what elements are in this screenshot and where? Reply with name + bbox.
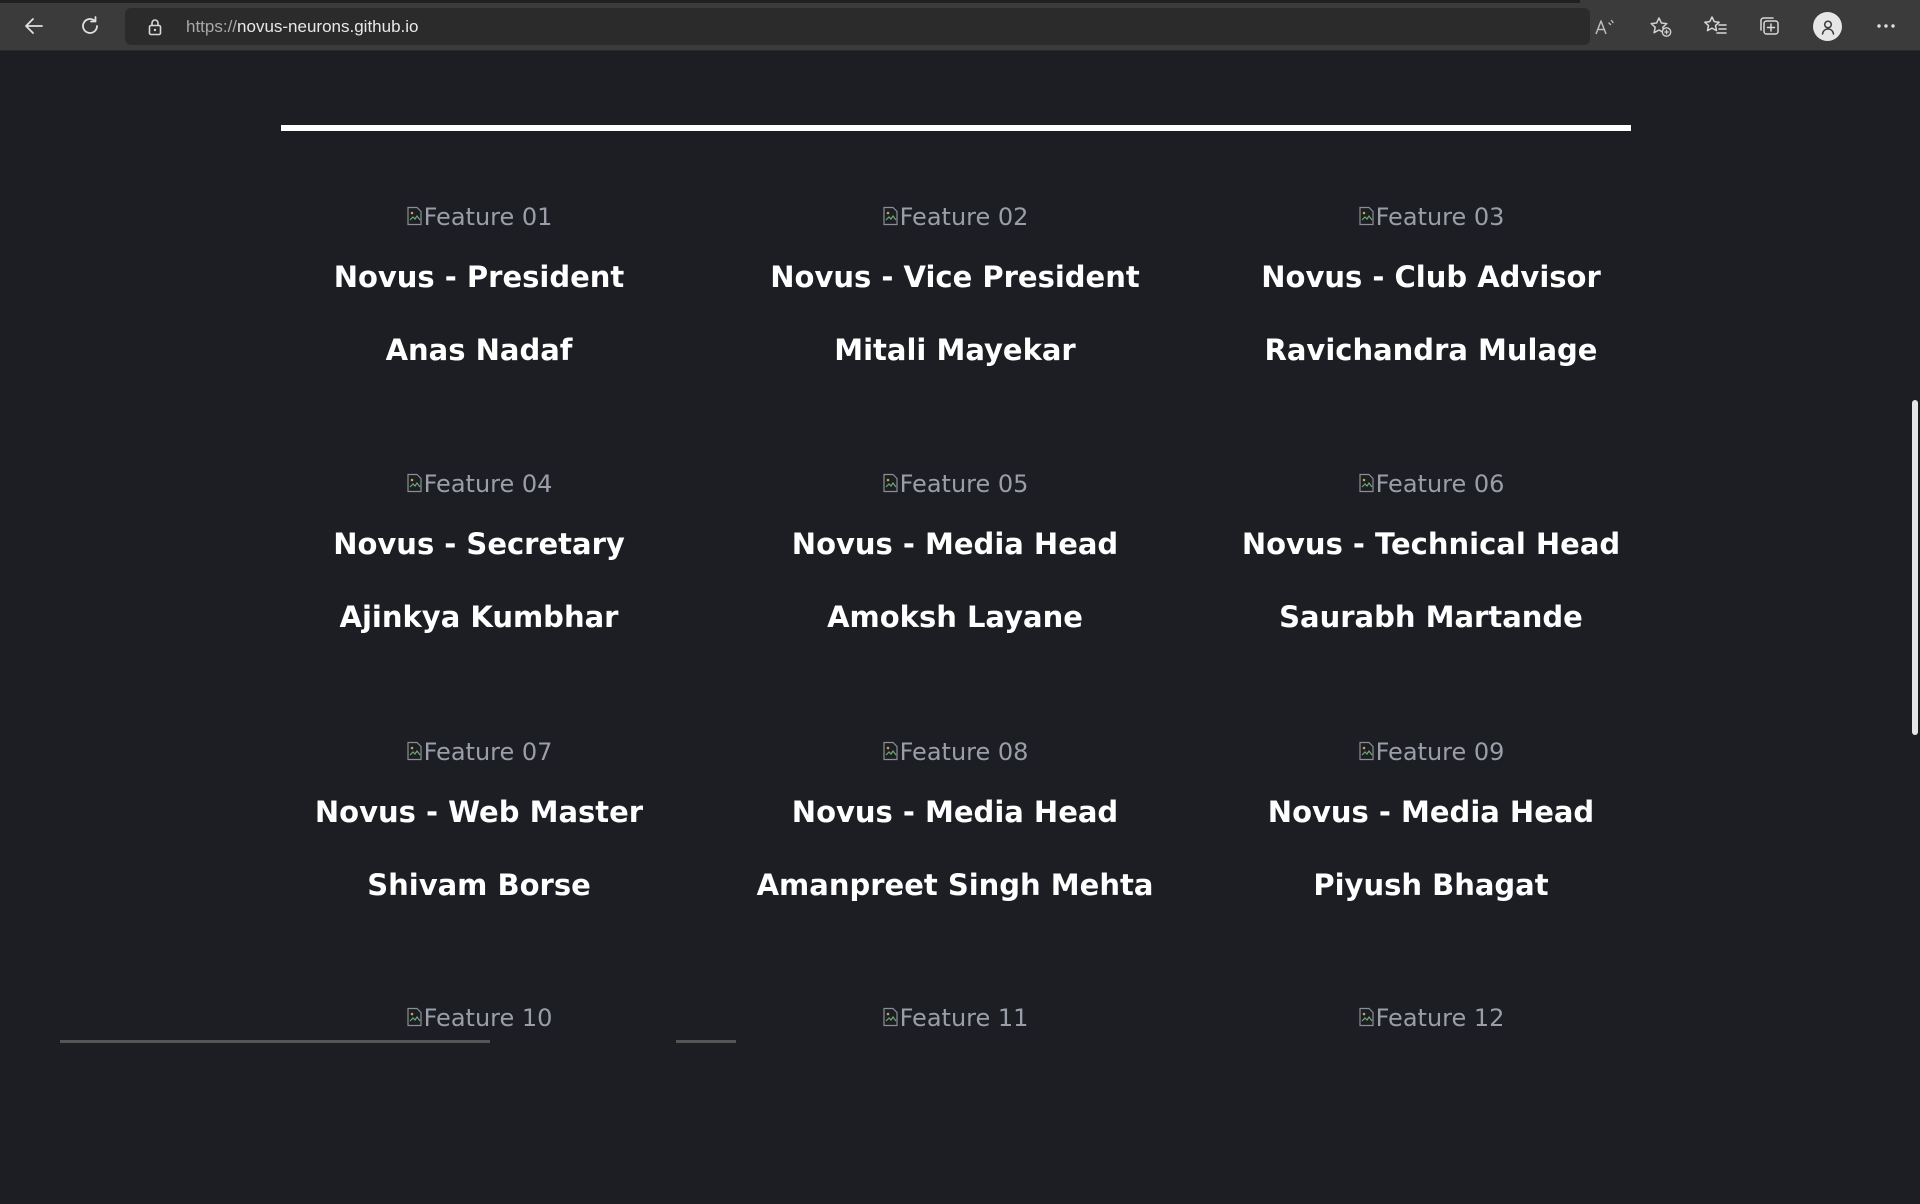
member-name: Saurabh Martande [1279, 600, 1583, 634]
member-photo: Feature 07 [406, 738, 553, 768]
broken-image-icon [882, 739, 900, 761]
url-text[interactable]: https://novus-neurons.github.io [186, 17, 419, 37]
back-icon [25, 18, 43, 34]
member-photo: Feature 08 [882, 738, 1029, 768]
photo-alt-text: Feature 04 [423, 470, 553, 498]
url-protocol: https:// [186, 17, 238, 36]
broken-image-icon [1358, 471, 1376, 493]
broken-image-icon [406, 471, 424, 493]
member-role: Novus - Secretary [333, 527, 625, 561]
add-favorite-icon[interactable] [1649, 15, 1673, 39]
member-name: Piyush Bhagat [1313, 868, 1549, 902]
photo-alt-text: Feature 08 [899, 738, 1029, 766]
member-role: Novus - Club Advisor [1261, 260, 1601, 294]
member-photo: Feature 04 [406, 470, 553, 500]
more-button[interactable] [1870, 10, 1902, 42]
back-button[interactable] [18, 10, 50, 42]
member-role: Novus - Media Head [791, 527, 1119, 561]
broken-image-icon [1358, 739, 1376, 761]
tab-strip-edge [0, 0, 1580, 3]
photo-alt-text: Feature 07 [423, 738, 553, 766]
broken-image-icon [1358, 204, 1376, 226]
team-card: Feature 12 [1193, 1004, 1669, 1204]
team-card: Feature 02 Novus - Vice President Mitali M… [717, 203, 1193, 403]
broken-image-icon [406, 204, 424, 226]
broken-image-icon [406, 1005, 424, 1027]
refresh-icon [82, 16, 98, 34]
member-role: Novus - Media Head [1267, 795, 1595, 829]
broken-image-icon [882, 204, 900, 226]
member-photo: Feature 03 [1358, 203, 1505, 233]
member-name: Mitali Mayekar [834, 333, 1076, 367]
photo-alt-text: Feature 11 [899, 1004, 1029, 1032]
member-name: Anas Nadaf [385, 333, 573, 367]
member-photo: Feature 06 [1358, 470, 1505, 500]
team-card: Feature 04 Novus - Secretary Ajinkya Kumbh… [241, 470, 717, 670]
scrollbar-thumb[interactable] [1912, 400, 1918, 735]
team-card: Feature 08 Novus - Media Head Amanpreet Si… [717, 738, 1193, 938]
team-card: Feature 10 [241, 1004, 717, 1204]
team-card: Feature 11 [717, 1004, 1193, 1204]
team-card: Feature 09 Novus - Media Head Piyush Bhaga… [1193, 738, 1669, 938]
member-name: Amanpreet Singh Mehta [756, 868, 1154, 902]
member-role: Novus - Web Master [314, 795, 644, 829]
section-divider [281, 125, 1631, 131]
team-card: Feature 06 Novus - Technical Head Saurabh … [1193, 470, 1669, 670]
broken-image-icon [882, 471, 900, 493]
url-host: novus-neurons.github.io [237, 17, 419, 36]
favorites-icon [1704, 16, 1727, 34]
team-card: Feature 05 Novus - Media Head Amoksh Layan… [717, 470, 1193, 670]
member-photo: Feature 05 [882, 470, 1029, 500]
read-aloud-icon[interactable] [1593, 15, 1617, 39]
broken-image-icon [406, 739, 424, 761]
broken-image-icon [882, 1005, 900, 1027]
member-photo: Feature 10 [406, 1004, 553, 1034]
browser-toolbar: https://novus-neurons.github.io [0, 0, 1920, 51]
favorites-button[interactable] [1700, 10, 1732, 42]
page-content: Feature 01 Novus - President Anas Nadaf Fea… [0, 52, 1920, 1043]
team-card: Feature 07 Novus - Web Master Shivam Borse [241, 738, 717, 938]
collections-icon [1760, 17, 1779, 35]
collections-button[interactable] [1754, 10, 1786, 42]
member-name: Ravichandra Mulage [1264, 333, 1598, 367]
member-role: Novus - Technical Head [1241, 527, 1621, 561]
member-photo: Feature 11 [882, 1004, 1029, 1034]
member-name: Amoksh Layane [827, 600, 1083, 634]
photo-alt-text: Feature 01 [423, 203, 553, 231]
refresh-button[interactable] [74, 10, 106, 42]
member-photo: Feature 09 [1358, 738, 1505, 768]
address-bar[interactable]: https://novus-neurons.github.io [125, 8, 1672, 45]
member-role: Novus - Vice President [770, 260, 1140, 294]
photo-alt-text: Feature 02 [899, 203, 1029, 231]
photo-alt-text: Feature 05 [899, 470, 1029, 498]
broken-image-icon [1358, 1005, 1376, 1027]
photo-alt-text: Feature 12 [1375, 1004, 1505, 1032]
photo-alt-text: Feature 06 [1375, 470, 1505, 498]
member-role: Novus - President [333, 260, 625, 294]
photo-alt-text: Feature 03 [1375, 203, 1505, 231]
profile-button[interactable] [1813, 12, 1842, 41]
member-photo: Feature 12 [1358, 1004, 1505, 1034]
team-card: Feature 01 Novus - President Anas Nadaf [241, 203, 717, 403]
member-photo: Feature 02 [882, 203, 1029, 233]
member-photo: Feature 01 [406, 203, 553, 233]
member-role: Novus - Media Head [791, 795, 1119, 829]
photo-alt-text: Feature 09 [1375, 738, 1505, 766]
team-card: Feature 03 Novus - Club Advisor Ravichandr… [1193, 203, 1669, 403]
photo-alt-text: Feature 10 [423, 1004, 553, 1032]
more-icon [1877, 24, 1895, 28]
member-name: Shivam Borse [367, 868, 591, 902]
member-name: Ajinkya Kumbhar [339, 600, 619, 634]
lock-icon[interactable] [147, 18, 163, 40]
profile-icon [1821, 19, 1834, 35]
